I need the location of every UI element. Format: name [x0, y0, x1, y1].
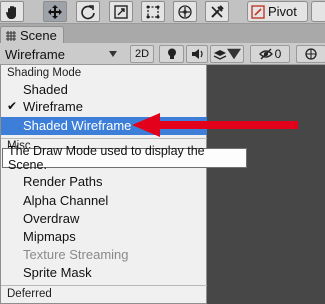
rotate-tool-icon	[81, 4, 95, 19]
scene-grid-icon	[6, 30, 16, 41]
eye-slash-icon	[258, 48, 273, 60]
draw-mode-tooltip: The Draw Mode used to display the Scene.	[2, 144, 247, 172]
deferred-header: Deferred	[7, 288, 52, 300]
main-toolbar: Pivot	[0, 0, 325, 24]
mode-2d-label: 2D	[134, 48, 150, 60]
pivot-icon	[251, 4, 265, 19]
menu-item-render-paths[interactable]: Render Paths	[1, 173, 207, 191]
draw-mode-value: Wireframe	[5, 46, 65, 62]
red-arrow-annotation	[132, 113, 298, 137]
transform-tool-icon	[178, 4, 192, 19]
hidden-objects-toggle[interactable]: 0	[250, 45, 290, 63]
tab-scene-label: Scene	[20, 28, 57, 43]
menu-item-shaded[interactable]: Shaded	[1, 81, 207, 99]
chevron-down-icon	[109, 51, 117, 57]
scale-tool-icon	[114, 4, 128, 19]
rotate-tool-button[interactable]	[76, 1, 100, 22]
hidden-count: 0	[274, 47, 282, 61]
hand-tool-button[interactable]	[0, 1, 24, 22]
gizmo-icon	[305, 48, 317, 60]
pivot-label: Pivot	[268, 4, 297, 19]
transform-tool-button[interactable]	[173, 1, 197, 22]
hand-tool-icon	[6, 5, 16, 19]
lightbulb-icon	[167, 48, 176, 59]
mode-2d-button[interactable]: 2D	[130, 45, 154, 63]
scene-control-bar: Wireframe 2D 0	[0, 43, 325, 65]
menu-item-overdraw[interactable]: Overdraw	[1, 210, 207, 228]
effects-dropdown[interactable]	[210, 45, 244, 63]
draw-mode-dropdown[interactable]: Wireframe	[0, 44, 121, 64]
tab-scene[interactable]: Scene	[0, 26, 64, 44]
move-tool-button[interactable]	[43, 1, 67, 22]
custom-tool-icon	[211, 4, 224, 18]
chevron-down-icon	[227, 48, 241, 60]
tooltip-text: The Draw Mode used to display the Scene.	[8, 144, 205, 172]
layers-icon	[213, 50, 227, 60]
pivot-toggle[interactable]: Pivot	[247, 1, 308, 22]
audio-toggle[interactable]	[186, 45, 208, 63]
menu-item-alpha-channel[interactable]: Alpha Channel	[1, 192, 207, 210]
lighting-toggle[interactable]	[159, 45, 184, 63]
menu-item-sprite-mask[interactable]: Sprite Mask	[1, 264, 207, 282]
speaker-icon	[192, 49, 203, 59]
move-tool-icon	[48, 4, 62, 19]
draw-mode-menu: Shading Mode Shaded ✔ Wireframe Shaded W…	[0, 65, 207, 304]
rect-tool-icon	[146, 5, 160, 18]
tab-bar: Scene	[0, 24, 325, 44]
checkmark-icon: ✔	[7, 99, 18, 113]
gizmos-dropdown[interactable]	[296, 45, 325, 63]
scale-tool-button[interactable]	[109, 1, 133, 22]
custom-tool-button[interactable]	[205, 1, 229, 22]
menu-separator	[1, 285, 207, 286]
menu-item-texture-streaming: Texture Streaming	[23, 247, 129, 262]
pivot-space-toggle[interactable]	[311, 1, 325, 22]
menu-item-mipmaps[interactable]: Mipmaps	[1, 228, 207, 246]
rect-tool-button[interactable]	[141, 1, 165, 22]
